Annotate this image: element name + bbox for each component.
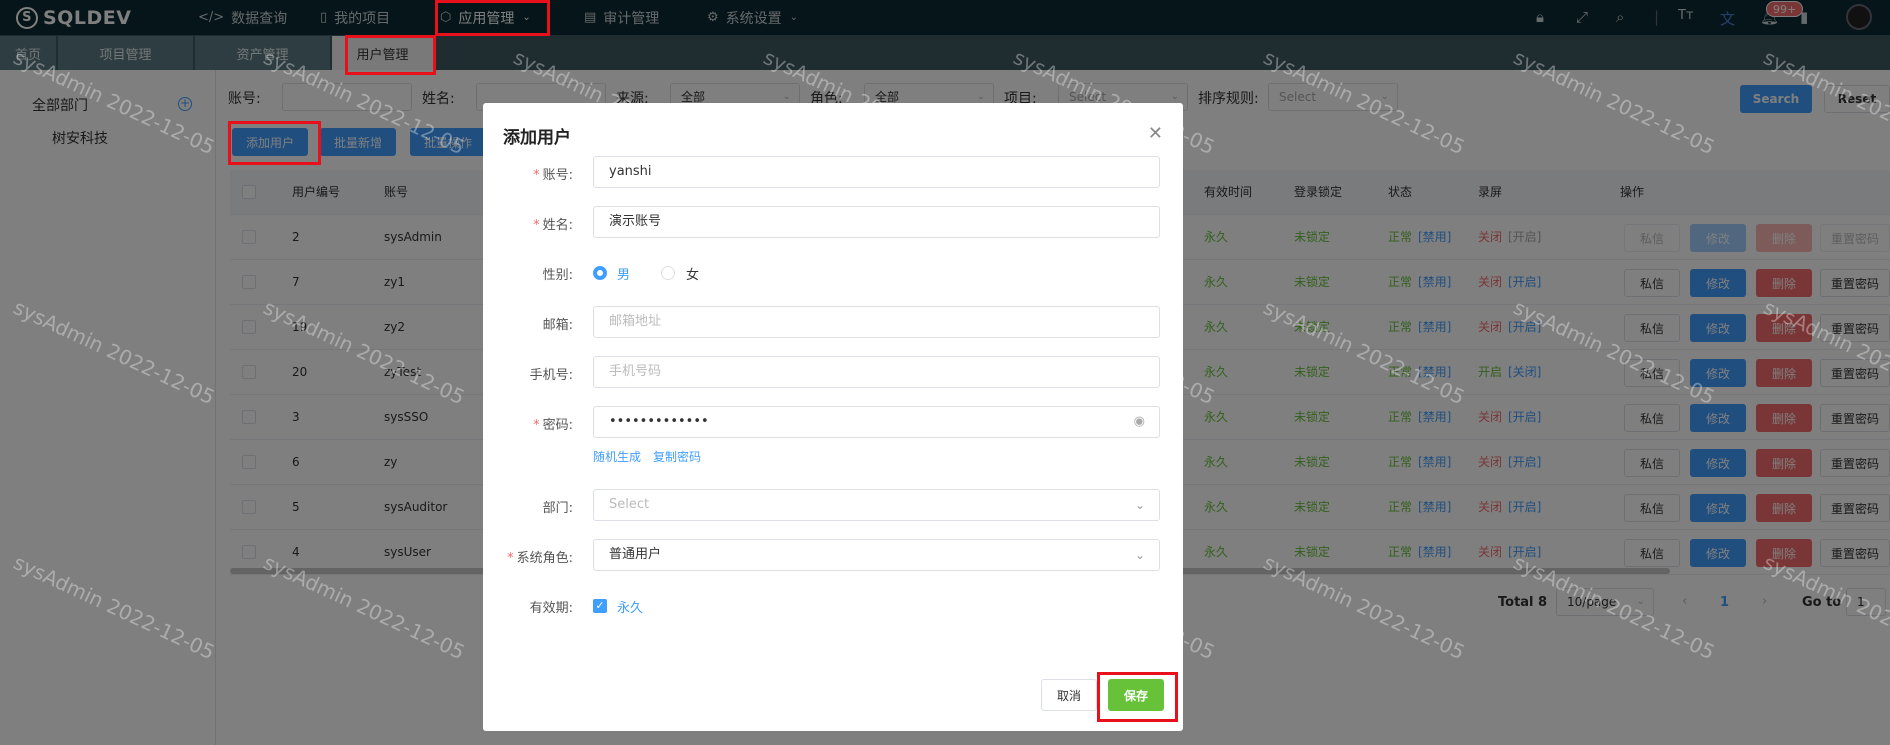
random-password-link[interactable]: 随机生成 — [593, 448, 641, 465]
cancel-button[interactable]: 取消 — [1041, 679, 1097, 711]
add-user-dialog: 添加用户 ✕ * 账号: yanshi * 姓名: 演示账号 性别: 男 女 邮箱:… — [483, 103, 1183, 731]
save-button[interactable]: 保存 — [1108, 679, 1164, 711]
gender-label: 性别: — [542, 268, 573, 283]
eye-icon[interactable]: ◉ — [1134, 407, 1145, 437]
dialog-title: 添加用户 — [503, 128, 571, 148]
system-role-select[interactable]: 普通用户 ⌄ — [593, 539, 1160, 571]
gender-male-radio[interactable] — [593, 266, 607, 280]
gender-female-radio[interactable] — [661, 266, 675, 280]
password-label: * 密码: — [533, 418, 573, 433]
name-input[interactable]: 演示账号 — [593, 206, 1160, 238]
system-role-label: * 系统角色: — [507, 551, 573, 566]
validity-label: 有效期: — [529, 601, 573, 616]
email-input[interactable]: 邮箱地址 — [593, 306, 1160, 338]
department-select[interactable]: Select ⌄ — [593, 489, 1160, 521]
close-icon[interactable]: ✕ — [1148, 123, 1163, 144]
chevron-down-icon: ⌄ — [1134, 548, 1145, 562]
copy-password-link[interactable]: 复制密码 — [653, 448, 701, 465]
permanent-checkbox[interactable]: ✓ — [593, 599, 607, 613]
phone-label: 手机号: — [529, 368, 573, 383]
department-label: 部门: — [542, 501, 573, 516]
phone-input[interactable]: 手机号码 — [593, 356, 1160, 388]
account-input[interactable]: yanshi — [593, 156, 1160, 188]
password-input[interactable]: ••••••••••••• ◉ — [593, 406, 1160, 438]
permanent-label[interactable]: 永久 — [617, 597, 643, 616]
account-label: * 账号: — [533, 168, 573, 183]
name-label: * 姓名: — [533, 218, 573, 233]
gender-male-label[interactable]: 男 — [617, 264, 630, 283]
chevron-down-icon: ⌄ — [1134, 498, 1145, 512]
gender-female-label[interactable]: 女 — [686, 264, 699, 283]
email-label: 邮箱: — [542, 318, 573, 333]
